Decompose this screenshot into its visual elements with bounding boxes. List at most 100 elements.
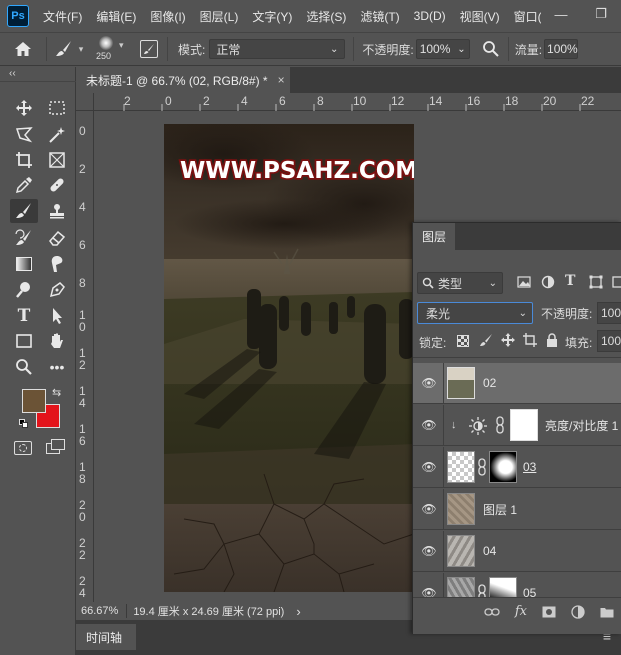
layer-row-brightness-contrast[interactable]: 👁 ↓ 亮度/对比度 1	[413, 405, 621, 446]
layer-opacity-input[interactable]: 100	[597, 302, 621, 324]
filter-shape-layers-button[interactable]	[589, 275, 603, 289]
document-tab[interactable]: 未标题-1 @ 66.7% (02, RGB/8#) * ×	[76, 67, 290, 93]
blend-mode-select[interactable]: 柔光 ⌄	[417, 302, 533, 324]
layer-filter-select[interactable]: 类型 ⌄	[417, 272, 503, 294]
filter-pixel-layers-button[interactable]	[517, 275, 531, 289]
ruler-corner[interactable]	[76, 93, 94, 111]
adjustment-layer-icon[interactable]	[571, 604, 585, 619]
history-brush-icon	[15, 229, 31, 245]
brush-settings-button[interactable]	[131, 32, 167, 66]
link-layers-icon[interactable]	[484, 607, 500, 617]
rectangle-tool[interactable]	[11, 329, 37, 353]
screen-mode-button[interactable]	[46, 439, 66, 455]
menu-layer[interactable]: 图层(L)	[200, 8, 239, 25]
chevron-down-icon: ▾	[78, 43, 84, 54]
history-brush-tool[interactable]	[11, 226, 37, 250]
marquee-tool[interactable]	[44, 96, 70, 120]
timeline-tab[interactable]: 时间轴	[76, 624, 136, 650]
filter-adjustment-layers-button[interactable]	[541, 275, 555, 289]
close-tab-icon[interactable]: ×	[278, 73, 285, 87]
menu-type[interactable]: 文字(Y)	[252, 8, 292, 25]
layer-row-02[interactable]: 👁 02	[413, 363, 621, 404]
menu-window[interactable]: 窗口(	[514, 8, 542, 25]
eye-icon[interactable]: 👁	[421, 501, 437, 517]
document-canvas[interactable]: WWW.PSAHZ.COM	[164, 124, 414, 592]
eyedropper-tool[interactable]	[11, 173, 37, 197]
quick-mask-icon	[19, 444, 27, 452]
edit-toolbar-button[interactable]: •••	[44, 355, 70, 379]
swap-colors-icon[interactable]: ⇆	[52, 386, 61, 399]
layer-name[interactable]: 亮度/对比度 1	[545, 417, 618, 434]
layer-row-layer-1[interactable]: 👁 图层 1	[413, 489, 621, 530]
new-group-icon[interactable]	[600, 606, 614, 618]
crop-tool[interactable]	[11, 148, 37, 172]
lock-artboard-button[interactable]	[523, 333, 537, 350]
mode-select[interactable]: 正常 ⌄	[209, 39, 346, 59]
frame-icon	[49, 152, 65, 168]
flow-input[interactable]: 100%	[544, 39, 579, 59]
layer-row-03[interactable]: 👁 03	[413, 447, 621, 488]
layer-row-04[interactable]: 👁 04	[413, 531, 621, 572]
menu-3d[interactable]: 3D(D)	[414, 9, 446, 23]
eye-icon[interactable]: 👁	[421, 543, 437, 559]
brush-preset-picker[interactable]: ▾	[47, 32, 91, 66]
pen-icon	[49, 282, 65, 298]
restore-button[interactable]: ❐	[581, 0, 621, 28]
lasso-tool[interactable]	[11, 123, 37, 147]
menu-filter[interactable]: 滤镜(T)	[360, 8, 399, 25]
lock-position-button[interactable]	[501, 333, 515, 350]
layer-name[interactable]: 02	[483, 376, 496, 390]
filter-type-layers-icon[interactable]: T	[565, 273, 579, 289]
default-colors-icon[interactable]	[19, 419, 29, 429]
toolbar: ‹‹ T ••• ⇆	[0, 67, 76, 655]
zoom-level[interactable]: 66.67%	[81, 605, 118, 617]
menu-file[interactable]: 文件(F)	[43, 8, 82, 25]
clone-stamp-tool[interactable]	[44, 199, 70, 223]
layer-name[interactable]: 04	[483, 544, 496, 558]
menu-view[interactable]: 视图(V)	[460, 8, 500, 25]
smudge-tool[interactable]	[44, 252, 70, 276]
eye-icon[interactable]: 👁	[421, 417, 437, 433]
hand-tool[interactable]	[44, 329, 70, 353]
dodge-tool[interactable]	[11, 278, 37, 302]
frame-tool[interactable]	[44, 148, 70, 172]
menu-edit[interactable]: 编辑(E)	[96, 8, 136, 25]
layers-tab[interactable]: 图层	[413, 223, 455, 250]
healing-brush-tool[interactable]	[44, 173, 70, 197]
layer-name[interactable]: 图层 1	[483, 501, 517, 518]
lock-image-pixels-button[interactable]	[479, 333, 493, 350]
brush-size-picker[interactable]: 250 ▾	[91, 32, 131, 66]
pen-tool[interactable]	[44, 278, 70, 302]
foreground-color-swatch[interactable]	[22, 389, 46, 413]
type-tool[interactable]: T	[11, 304, 37, 328]
lock-all-button[interactable]	[546, 333, 558, 350]
zoom-tool[interactable]	[11, 355, 37, 379]
eye-icon[interactable]: 👁	[421, 375, 437, 391]
move-tool[interactable]	[11, 96, 37, 120]
pressure-opacity-button[interactable]	[474, 32, 508, 66]
ruler-tick: 4	[79, 200, 86, 214]
path-selection-tool[interactable]	[44, 304, 70, 328]
magic-wand-tool[interactable]	[44, 123, 70, 147]
opacity-input[interactable]: 100% ⌄	[415, 39, 470, 59]
menu-image[interactable]: 图像(I)	[150, 8, 185, 25]
document-title: 未标题-1 @ 66.7% (02, RGB/8#) *	[86, 73, 268, 88]
eye-icon[interactable]: 👁	[421, 459, 437, 475]
home-icon[interactable]	[0, 32, 46, 66]
quick-mask-button[interactable]	[14, 441, 32, 455]
status-menu-arrow[interactable]: ›	[296, 604, 300, 619]
ruler-tick: 2 2	[79, 536, 86, 562]
fill-input[interactable]: 100	[597, 330, 621, 352]
layer-name[interactable]: 03	[523, 460, 536, 474]
minimize-button[interactable]: —	[541, 0, 581, 28]
lock-transparent-pixels-icon[interactable]	[457, 335, 469, 347]
gradient-tool[interactable]	[11, 252, 37, 276]
add-mask-icon[interactable]	[542, 606, 556, 618]
eraser-tool[interactable]	[44, 226, 70, 250]
fx-icon[interactable]: fx	[515, 604, 527, 619]
filter-smart-object-button[interactable]	[611, 275, 621, 289]
artboard-icon	[523, 333, 537, 347]
collapse-toolbar-button[interactable]: ‹‹	[9, 68, 16, 79]
brush-tool[interactable]	[10, 199, 38, 223]
menu-select[interactable]: 选择(S)	[306, 8, 346, 25]
